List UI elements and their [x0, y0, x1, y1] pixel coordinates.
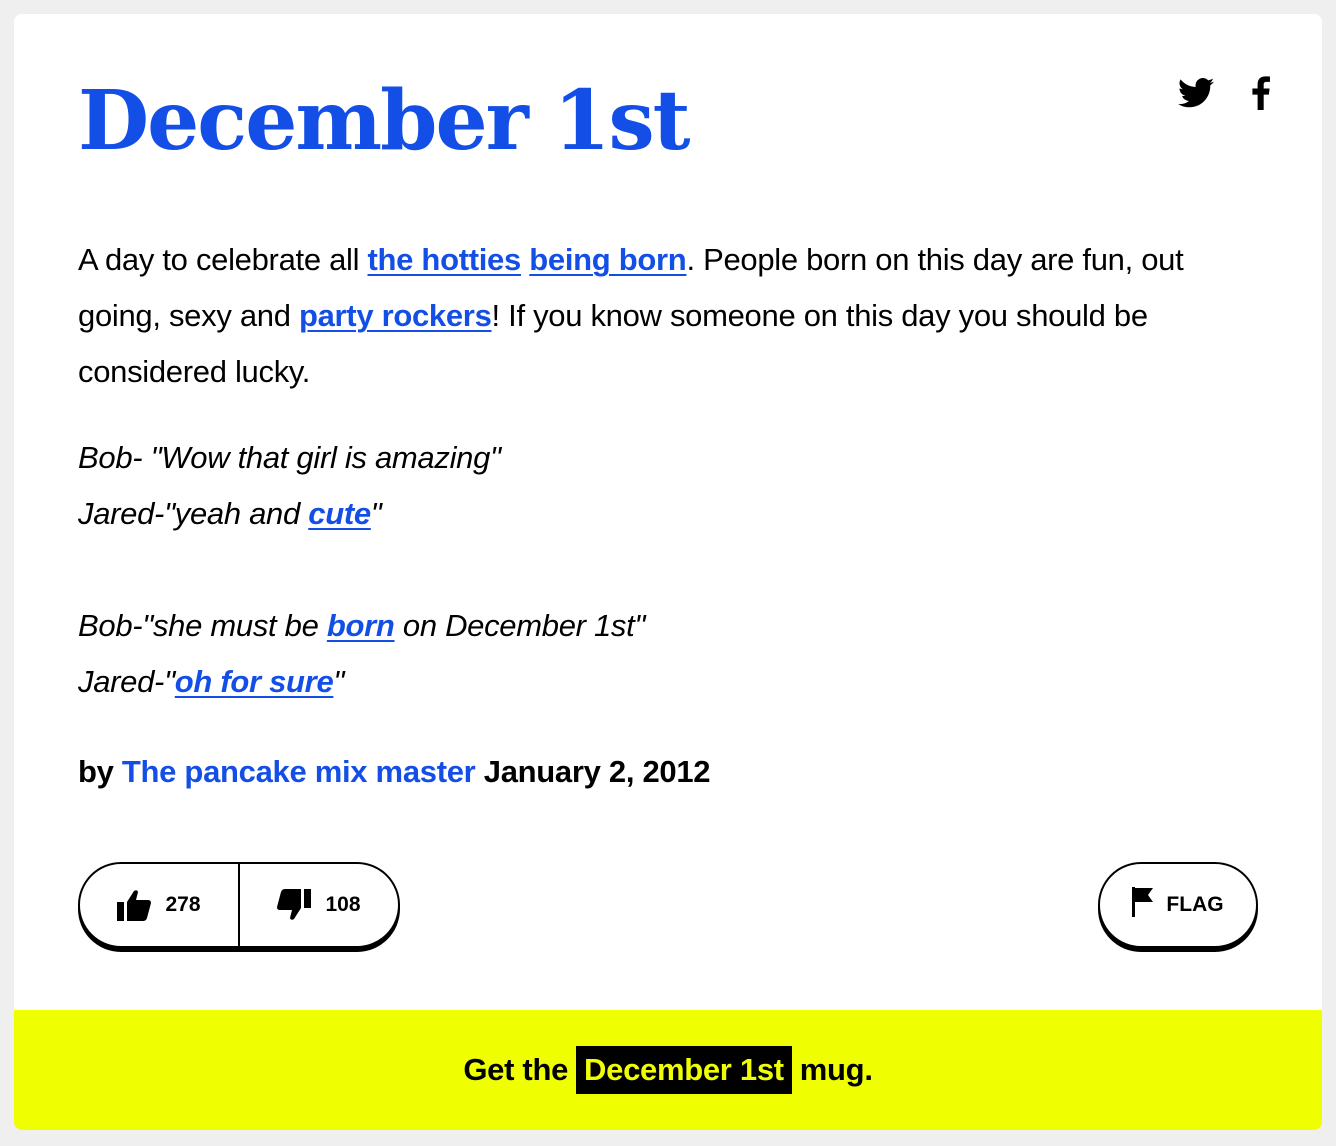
inline-link[interactable]: oh for sure: [175, 664, 334, 699]
vote-buttons: 278 108: [78, 862, 400, 948]
example-line: Bob-"she must be born on December 1st": [78, 598, 1258, 654]
definition-card: December 1st A day to celebrate all the …: [14, 14, 1322, 1130]
text-segment: on December 1st": [394, 608, 646, 643]
text-segment: Bob- "Wow that girl is amazing": [78, 440, 501, 475]
example-line: Jared-"yeah and cute": [78, 486, 1258, 542]
contributor-line: by The pancake mix master January 2, 201…: [78, 744, 711, 800]
thumbs-down-icon: [277, 889, 312, 921]
share-buttons: [1178, 76, 1270, 110]
text-segment: A day to celebrate all: [78, 242, 368, 277]
text-segment: Jared-": [78, 664, 175, 699]
flag-icon: [1132, 887, 1154, 923]
example-blank-line: [78, 542, 1258, 598]
inline-link[interactable]: being born: [529, 242, 686, 277]
mug-banner[interactable]: Get the December 1st mug.: [14, 1010, 1322, 1130]
upvote-count: 278: [165, 893, 201, 916]
word-title[interactable]: December 1st: [78, 76, 690, 166]
thumbs-up-icon: [117, 889, 152, 921]
definition-example: Bob- "Wow that girl is amazing" Jared-"ye…: [78, 430, 1258, 710]
mug-prefix: Get the: [463, 1052, 569, 1087]
facebook-icon[interactable]: [1252, 76, 1270, 110]
downvote-count: 108: [325, 893, 361, 916]
flag-label: FLAG: [1166, 893, 1224, 916]
inline-link[interactable]: the hotties: [368, 242, 522, 277]
example-line: Bob- "Wow that girl is amazing": [78, 430, 1258, 486]
inline-link[interactable]: born: [327, 608, 395, 643]
text-segment: ": [370, 496, 382, 531]
twitter-icon[interactable]: [1178, 78, 1214, 108]
text-segment: Jared-"yeah and: [78, 496, 309, 531]
upvote-button[interactable]: 278: [80, 864, 238, 946]
inline-link[interactable]: party rockers: [299, 298, 492, 333]
author-link[interactable]: The pancake mix master: [122, 754, 476, 789]
post-date: January 2, 2012: [483, 754, 711, 789]
flag-button[interactable]: FLAG: [1098, 862, 1258, 948]
mug-word[interactable]: December 1st: [576, 1046, 792, 1094]
text-segment: ": [333, 664, 345, 699]
definition-meaning: A day to celebrate all the hotties being…: [78, 232, 1258, 400]
downvote-button[interactable]: 108: [238, 864, 398, 946]
example-line: Jared-"oh for sure": [78, 654, 1258, 710]
by-label: by: [78, 754, 114, 789]
inline-link[interactable]: cute: [308, 496, 371, 531]
text-segment: Bob-"she must be: [78, 608, 327, 643]
mug-suffix: mug.: [799, 1052, 873, 1087]
